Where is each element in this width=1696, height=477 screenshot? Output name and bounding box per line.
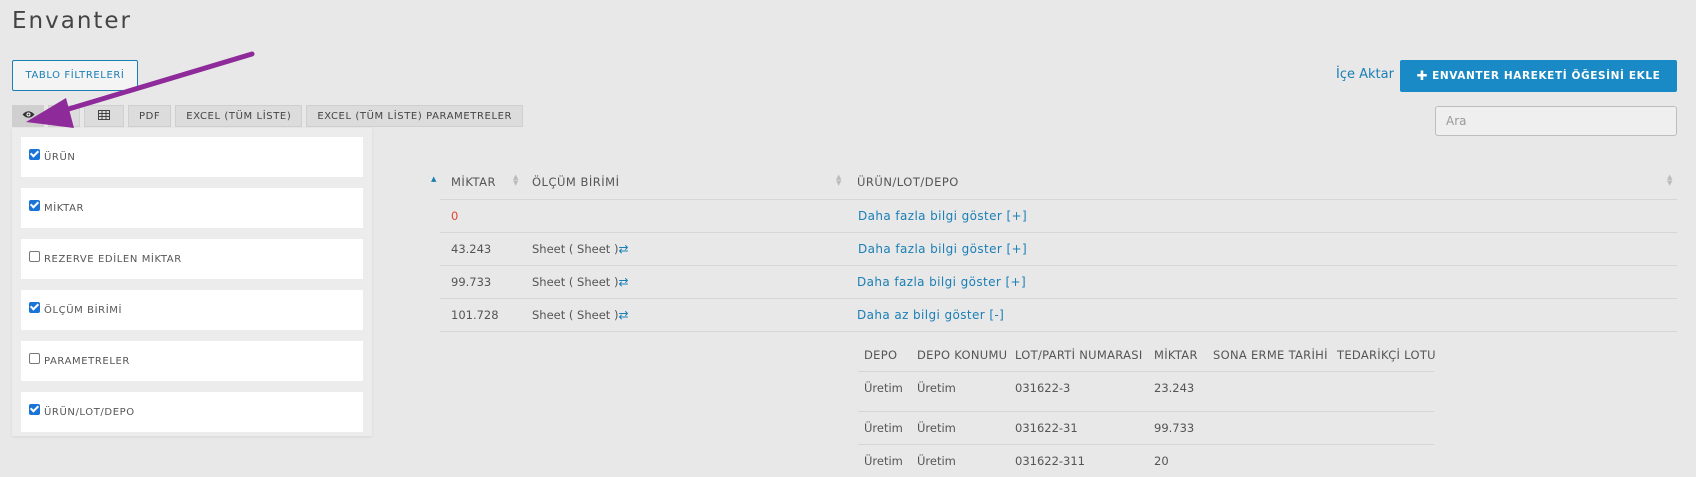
unit-label: Sheet ( Sheet ) [532,308,619,322]
column-toggle-label: ÖLÇÜM BİRİMİ [44,304,123,316]
column-toggle-olcum-birimi[interactable]: ÖLÇÜM BİRİMİ [21,290,363,330]
checkbox[interactable] [29,250,40,262]
checkbox[interactable] [29,403,40,415]
column-visibility-button[interactable] [12,105,44,127]
table-filters-button[interactable]: TABLO FİLTRELERİ [12,60,138,91]
checkbox[interactable] [29,352,40,364]
row-miktar: 43.243 [451,242,492,256]
row-divider [440,199,1677,200]
row-divider [440,265,1677,266]
page-title: Envanter [12,8,133,34]
row-unit: Sheet ( Sheet )⇄ [532,275,629,289]
sub-cell: Üretim [917,454,956,468]
sub-cell: Üretim [917,421,956,435]
checkbox[interactable] [29,148,40,160]
sort-icon[interactable]: ▲ ▼ [513,174,518,187]
column-toggle-label: ÜRÜN [44,151,76,163]
column-header-olcum-birimi[interactable]: ÖLÇÜM BİRİMİ [532,175,619,189]
row-divider [440,331,1677,332]
add-inventory-movement-button[interactable]: ✚ ENVANTER HAREKETİ ÖĞESİNİ EKLE [1400,60,1677,92]
unit-label: Sheet ( Sheet ) [532,275,619,289]
column-toggle-label: ÜRÜN/LOT/DEPO [44,406,135,418]
column-toggle-urun-lot-depo[interactable]: ÜRÜN/LOT/DEPO [21,392,363,432]
show-less-link[interactable]: Daha az bilgi göster [-] [857,308,1004,322]
sub-header-miktar: MİKTAR [1154,348,1198,362]
plus-icon: ✚ [1416,68,1429,84]
copy-button[interactable] [48,105,80,127]
row-miktar: 99.733 [451,275,492,289]
sub-cell: 031622-3 [1015,381,1071,395]
column-toggle-miktar[interactable]: MİKTAR [21,188,363,228]
convert-icon[interactable]: ⇄ [618,308,628,322]
sub-cell: 20 [1154,454,1169,468]
sub-cell: 031622-31 [1015,421,1078,435]
import-link[interactable]: İçe Aktar [1336,67,1394,82]
row-unit: Sheet ( Sheet )⇄ [532,242,629,256]
sub-header-depo-konumu: DEPO KONUMU [917,348,1008,362]
sub-header-depo: DEPO [864,348,898,362]
sub-header-tedarikci-lotu: TEDARİKÇİ LOTU [1337,348,1436,362]
checkbox[interactable] [29,199,40,211]
convert-icon[interactable]: ⇄ [618,275,628,289]
checkbox[interactable] [29,301,40,313]
sub-cell: Üretim [864,381,903,395]
sub-header-sona-erme: SONA ERME TARİHİ [1213,348,1328,362]
sort-asc-icon[interactable]: ▲ [431,176,436,183]
csv-button[interactable] [84,105,124,127]
sort-icon[interactable]: ▲ ▼ [1667,174,1672,187]
pdf-button[interactable]: PDF [128,105,172,127]
sort-icon[interactable]: ▲ ▼ [836,174,841,187]
row-divider [440,298,1677,299]
column-visibility-dropdown: ÜRÜN MİKTAR REZERVE EDİLEN MİKTAR ÖLÇÜM … [12,128,372,436]
add-button-label: ENVANTER HAREKETİ ÖĞESİNİ EKLE [1432,70,1661,82]
eye-icon [22,110,35,122]
sub-cell: 23.243 [1154,381,1195,395]
column-toggle-urun[interactable]: ÜRÜN [21,137,363,177]
column-header-urun-lot-depo[interactable]: ÜRÜN/LOT/DEPO [857,175,959,189]
row-miktar: 101.728 [451,308,499,322]
sub-row-divider [858,371,1434,372]
column-toggle-rezerve[interactable]: REZERVE EDİLEN MİKTAR [21,239,363,279]
convert-icon[interactable]: ⇄ [618,242,628,256]
row-unit: Sheet ( Sheet )⇄ [532,308,629,322]
sub-header-lot-parti: LOT/PARTİ NUMARASI [1015,348,1143,362]
row-miktar: 0 [451,209,459,223]
column-toggle-label: MİKTAR [44,202,85,214]
sub-row-divider [858,444,1434,445]
table-icon [98,109,110,123]
sub-cell: Üretim [864,454,903,468]
sub-cell: Üretim [864,421,903,435]
column-toggle-label: PARAMETRELER [44,355,130,367]
unit-label: Sheet ( Sheet ) [532,242,619,256]
show-more-link[interactable]: Daha fazla bilgi göster [+] [858,209,1027,223]
sub-cell: 031622-311 [1015,454,1085,468]
sub-cell: 99.733 [1154,421,1195,435]
excel-full-list-button[interactable]: EXCEL (TÜM LİSTE) [175,105,303,127]
column-header-miktar[interactable]: MİKTAR [451,175,496,189]
row-divider [440,232,1677,233]
show-more-link[interactable]: Daha fazla bilgi göster [+] [858,242,1027,256]
copy-icon [58,109,70,124]
column-toggle-parametreler[interactable]: PARAMETRELER [21,341,363,381]
sub-row-divider [858,411,1434,412]
excel-full-list-params-button[interactable]: EXCEL (TÜM LİSTE) PARAMETRELER [306,105,524,127]
column-toggle-label: REZERVE EDİLEN MİKTAR [44,253,182,265]
show-more-link[interactable]: Daha fazla bilgi göster [+] [857,275,1026,289]
search-input[interactable] [1435,106,1677,136]
export-toolbar: PDF EXCEL (TÜM LİSTE) EXCEL (TÜM LİSTE) … [12,105,524,127]
sub-cell: Üretim [917,381,956,395]
